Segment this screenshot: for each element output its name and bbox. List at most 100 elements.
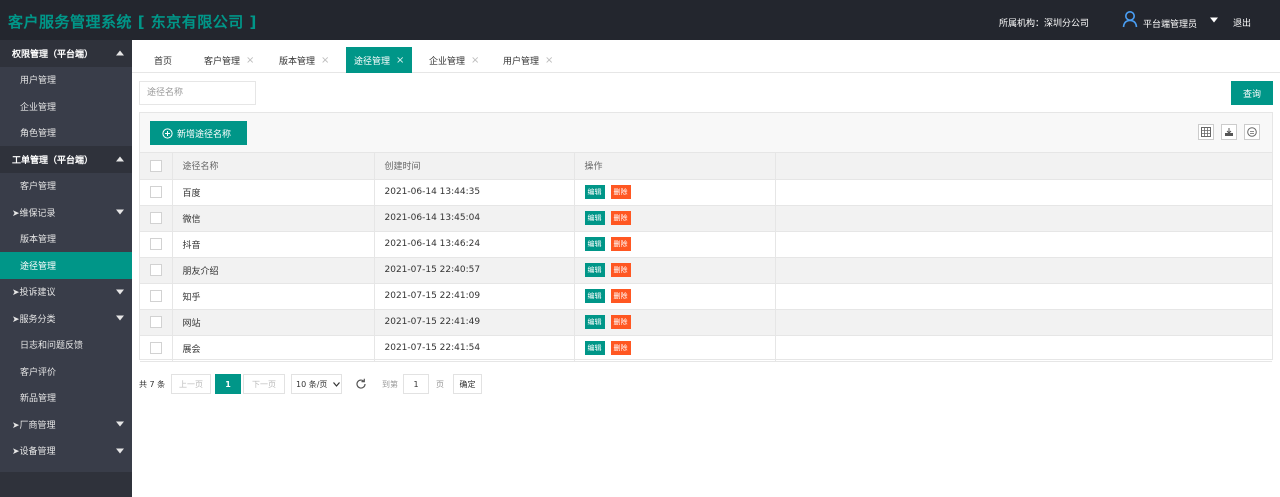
- sidebar-item-label: 版本管理: [20, 235, 57, 246]
- print-icon[interactable]: [1244, 124, 1260, 140]
- delete-button[interactable]: 删除: [610, 185, 631, 199]
- add-channel-button[interactable]: 新增途径名称: [150, 121, 247, 145]
- table-row[interactable]: 抖音 2021-06-14 13:46:24 编辑 删除: [140, 231, 1272, 258]
- row-checkbox[interactable]: [150, 316, 162, 328]
- edit-button[interactable]: 编辑: [584, 289, 605, 303]
- delete-button[interactable]: 删除: [610, 211, 631, 225]
- table-row[interactable]: 朋友介绍 2021-07-15 22:40:57 编辑 删除: [140, 257, 1272, 284]
- goto-page-input[interactable]: 1: [403, 374, 429, 394]
- sidebar-item-label: 角色管理: [20, 129, 57, 140]
- table-row[interactable]: 知乎 2021-07-15 22:41:09 编辑 删除: [140, 283, 1272, 310]
- user-icon[interactable]: [1122, 10, 1138, 28]
- column-header-name[interactable]: 途径名称: [172, 153, 375, 180]
- sidebar-item-2[interactable]: 企业管理: [0, 93, 132, 120]
- delete-button[interactable]: 删除: [610, 341, 631, 355]
- sidebar-item-14[interactable]: ➤厂商管理: [0, 411, 132, 438]
- cell-created: 2021-06-14 13:44:35: [374, 179, 575, 206]
- close-icon[interactable]: ×: [396, 55, 404, 66]
- table-row[interactable]: 网站 2021-07-15 22:41:49 编辑 删除: [140, 309, 1272, 336]
- cell-spacer: [775, 179, 1272, 206]
- row-checkbox[interactable]: [150, 264, 162, 276]
- row-checkbox[interactable]: [150, 342, 162, 354]
- tab-5[interactable]: 用户管理 ×: [503, 47, 553, 73]
- cell-spacer: [775, 231, 1272, 258]
- cell-created: 2021-07-15 22:41:49: [374, 309, 575, 336]
- delete-button[interactable]: 删除: [610, 263, 631, 277]
- sidebar-item-5[interactable]: 客户管理: [0, 173, 132, 200]
- columns-filter-icon[interactable]: [1198, 124, 1214, 140]
- sidebar-item-12[interactable]: 客户评价: [0, 358, 132, 385]
- sidebar-item-label: 途径管理: [20, 261, 57, 272]
- column-header-created[interactable]: 创建时间: [374, 153, 575, 180]
- cell-name: 展会: [172, 335, 375, 362]
- delete-button[interactable]: 删除: [610, 289, 631, 303]
- chevron-down-icon: [333, 381, 341, 387]
- delete-button[interactable]: 删除: [610, 237, 631, 251]
- close-icon[interactable]: ×: [545, 55, 553, 66]
- row-checkbox[interactable]: [150, 238, 162, 250]
- cell-created: 2021-07-15 22:40:57: [374, 257, 575, 284]
- sidebar-item-1[interactable]: 用户管理: [0, 67, 132, 94]
- export-icon[interactable]: [1221, 124, 1237, 140]
- close-icon[interactable]: ×: [471, 55, 479, 66]
- close-icon[interactable]: ×: [321, 55, 329, 66]
- prev-page-button[interactable]: 上一页: [171, 374, 211, 394]
- edit-button[interactable]: 编辑: [584, 185, 605, 199]
- table-row[interactable]: 展会 2021-07-15 22:41:54 编辑 删除: [140, 335, 1272, 362]
- row-select-cell: [140, 309, 173, 336]
- page-1-button[interactable]: 1: [215, 374, 241, 394]
- add-channel-label: 新增途径名称: [177, 129, 232, 140]
- sidebar-item-label: 用户管理: [20, 76, 57, 87]
- cell-name: 抖音: [172, 231, 375, 258]
- edit-button[interactable]: 编辑: [584, 263, 605, 277]
- tab-4[interactable]: 企业管理 ×: [429, 47, 479, 73]
- caret-down-icon: [116, 209, 124, 215]
- caret-down-icon: [116, 448, 124, 453]
- row-checkbox[interactable]: [150, 212, 162, 224]
- sidebar-item-13[interactable]: 新品管理: [0, 385, 132, 412]
- table-row[interactable]: 百度 2021-06-14 13:44:35 编辑 删除: [140, 179, 1272, 206]
- delete-button[interactable]: 删除: [610, 315, 631, 329]
- sidebar-group-4[interactable]: 工单管理（平台端）: [0, 146, 132, 173]
- sidebar-item-10[interactable]: ➤服务分类: [0, 305, 132, 332]
- row-checkbox[interactable]: [150, 186, 162, 198]
- sidebar-item-11[interactable]: 日志和问题反馈: [0, 332, 132, 359]
- sidebar-item-15[interactable]: ➤设备管理: [0, 438, 132, 465]
- sidebar-item-9[interactable]: ➤投诉建议: [0, 279, 132, 306]
- query-button[interactable]: 查询: [1231, 81, 1273, 105]
- close-icon[interactable]: ×: [246, 55, 254, 66]
- tab-3[interactable]: 途径管理 ×: [346, 47, 413, 73]
- organization-label: 所属机构：深圳分公司: [999, 19, 1090, 29]
- cell-spacer: [775, 335, 1272, 362]
- page-size-select[interactable]: 10 条/页: [291, 374, 342, 394]
- logout-link[interactable]: 退出: [1233, 16, 1251, 29]
- edit-button[interactable]: 编辑: [584, 237, 605, 251]
- edit-button[interactable]: 编辑: [584, 211, 605, 225]
- sidebar-item-3[interactable]: 角色管理: [0, 120, 132, 147]
- search-input[interactable]: [139, 81, 256, 105]
- table-row[interactable]: 微信 2021-06-14 13:45:04 编辑 删除: [140, 205, 1272, 232]
- caret-down-icon[interactable]: [1209, 16, 1219, 24]
- sidebar-item-8[interactable]: 途径管理: [0, 252, 132, 279]
- edit-button[interactable]: 编辑: [584, 315, 605, 329]
- sidebar-group-0[interactable]: 权限管理（平台端）: [0, 40, 132, 67]
- next-page-button[interactable]: 下一页: [243, 374, 285, 394]
- refresh-icon[interactable]: [355, 374, 367, 394]
- cell-actions: 编辑 删除: [574, 231, 776, 258]
- select-all-checkbox[interactable]: [150, 159, 162, 172]
- user-name[interactable]: 平台端管理员: [1143, 17, 1197, 30]
- pagination-total: 共 7 条: [139, 379, 166, 389]
- sidebar-item-7[interactable]: 版本管理: [0, 226, 132, 253]
- tab-label: 企业管理: [429, 56, 466, 67]
- tab-label: 用户管理: [503, 56, 540, 67]
- tab-0[interactable]: 首页: [154, 47, 172, 73]
- sidebar-item-label: 客户评价: [20, 367, 57, 378]
- row-checkbox[interactable]: [150, 290, 162, 302]
- sidebar-item-6[interactable]: ➤维保记录: [0, 199, 132, 226]
- tab-1[interactable]: 客户管理 ×: [204, 47, 254, 73]
- cell-actions: 编辑 删除: [574, 205, 776, 232]
- goto-confirm-button[interactable]: 确定: [453, 374, 482, 394]
- tab-2[interactable]: 版本管理 ×: [279, 47, 329, 73]
- cell-created: 2021-06-14 13:45:04: [374, 205, 575, 232]
- edit-button[interactable]: 编辑: [584, 341, 605, 355]
